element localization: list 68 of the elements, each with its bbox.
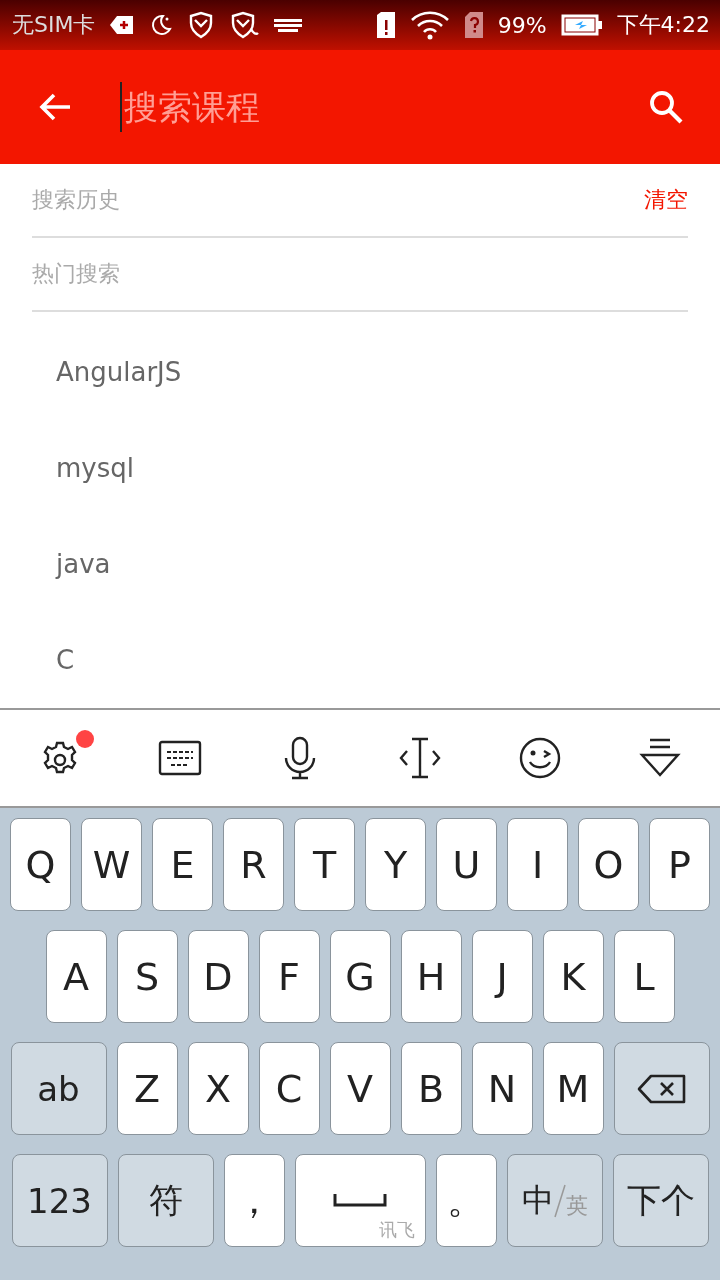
clear-button[interactable]: 清空: [644, 185, 688, 215]
search-bar[interactable]: 搜索课程: [0, 50, 720, 164]
search-input[interactable]: 搜索课程: [122, 82, 648, 132]
keyboard-key[interactable]: E: [152, 818, 213, 911]
keyboard-key[interactable]: J: [471, 930, 533, 1023]
keyboard-key[interactable]: 123: [11, 1154, 108, 1247]
keyboard-key[interactable]: S: [116, 930, 178, 1023]
text-cursor-icon[interactable]: [398, 737, 442, 779]
keyboard-key[interactable]: 。: [435, 1154, 497, 1247]
hide-keyboard-icon[interactable]: [639, 737, 681, 779]
keyboard-key[interactable]: P: [649, 818, 710, 911]
keyboard-key[interactable]: B: [400, 1042, 462, 1135]
keyboard-key[interactable]: O: [578, 818, 639, 911]
sd-card-icon: [375, 11, 396, 39]
hot-search-item[interactable]: java: [56, 516, 111, 612]
section-title: 搜索历史: [32, 186, 120, 214]
slash-icon: [553, 1183, 566, 1218]
keyboard-key[interactable]: Z: [116, 1042, 178, 1135]
back-arrow-icon[interactable]: [38, 92, 72, 122]
keyboard-key[interactable]: T: [294, 818, 355, 911]
keyboard-key[interactable]: L: [613, 930, 675, 1023]
keyboard-icon[interactable]: [158, 740, 202, 776]
section-title: 热门搜索: [32, 260, 120, 288]
keyboard-key[interactable]: X: [187, 1042, 249, 1135]
backspace-key[interactable]: [613, 1042, 710, 1135]
keyboard-key[interactable]: Q: [10, 818, 71, 911]
keyboard-key[interactable]: 符: [117, 1154, 214, 1247]
language-key[interactable]: 中 英: [506, 1154, 603, 1247]
carrier-text: 无SIM卡: [12, 11, 96, 39]
keyboard-key[interactable]: W: [81, 818, 142, 911]
shield-phone-icon: [229, 11, 260, 39]
hot-search-item[interactable]: C: [56, 612, 75, 708]
keyboard-key[interactable]: H: [400, 930, 462, 1023]
moon-icon: [149, 13, 174, 37]
keyboard-icon: [273, 17, 304, 33]
keyboard-key[interactable]: Y: [365, 818, 426, 911]
keyboard-key[interactable]: A: [45, 930, 107, 1023]
keyboard-key[interactable]: ，: [223, 1154, 285, 1247]
wink-face-icon[interactable]: [518, 736, 562, 780]
keyboard-key[interactable]: F: [258, 930, 320, 1023]
clock-time: 下午4:22: [616, 11, 710, 39]
hot-search-item[interactable]: AngularJS: [56, 324, 182, 420]
sim-unknown-icon: [463, 11, 484, 39]
text-cursor: [120, 82, 122, 132]
battery-charging-icon: [560, 14, 603, 36]
keyboard-key[interactable]: D: [187, 930, 249, 1023]
search-icon[interactable]: [648, 89, 684, 125]
keyboard-key[interactable]: K: [542, 930, 604, 1023]
key-label: 英: [565, 1191, 588, 1220]
backspace-icon: [636, 1072, 687, 1105]
battery-percent: 99%: [497, 12, 547, 38]
keyboard-key[interactable]: U: [436, 818, 497, 911]
keyboard-key[interactable]: M: [542, 1042, 604, 1135]
key-label: 中: [521, 1179, 554, 1221]
keyboard-key[interactable]: I: [507, 818, 568, 911]
wifi-icon: [409, 10, 450, 40]
brand-label: 讯飞: [378, 1218, 415, 1242]
keyboard-key[interactable]: 下个: [612, 1154, 709, 1247]
keyboard-key[interactable]: V: [329, 1042, 391, 1135]
keyboard-key[interactable]: C: [258, 1042, 320, 1135]
keyboard-key[interactable]: G: [329, 930, 391, 1023]
microphone-icon[interactable]: [283, 736, 317, 780]
keyboard-key[interactable]: N: [471, 1042, 533, 1135]
hot-search-item[interactable]: mysql: [56, 420, 134, 516]
keyboard-key[interactable]: R: [223, 818, 284, 911]
plus-tag-icon: [109, 15, 136, 35]
keyboard-key[interactable]: ab: [10, 1042, 107, 1135]
space-bar-icon: [333, 1193, 387, 1208]
